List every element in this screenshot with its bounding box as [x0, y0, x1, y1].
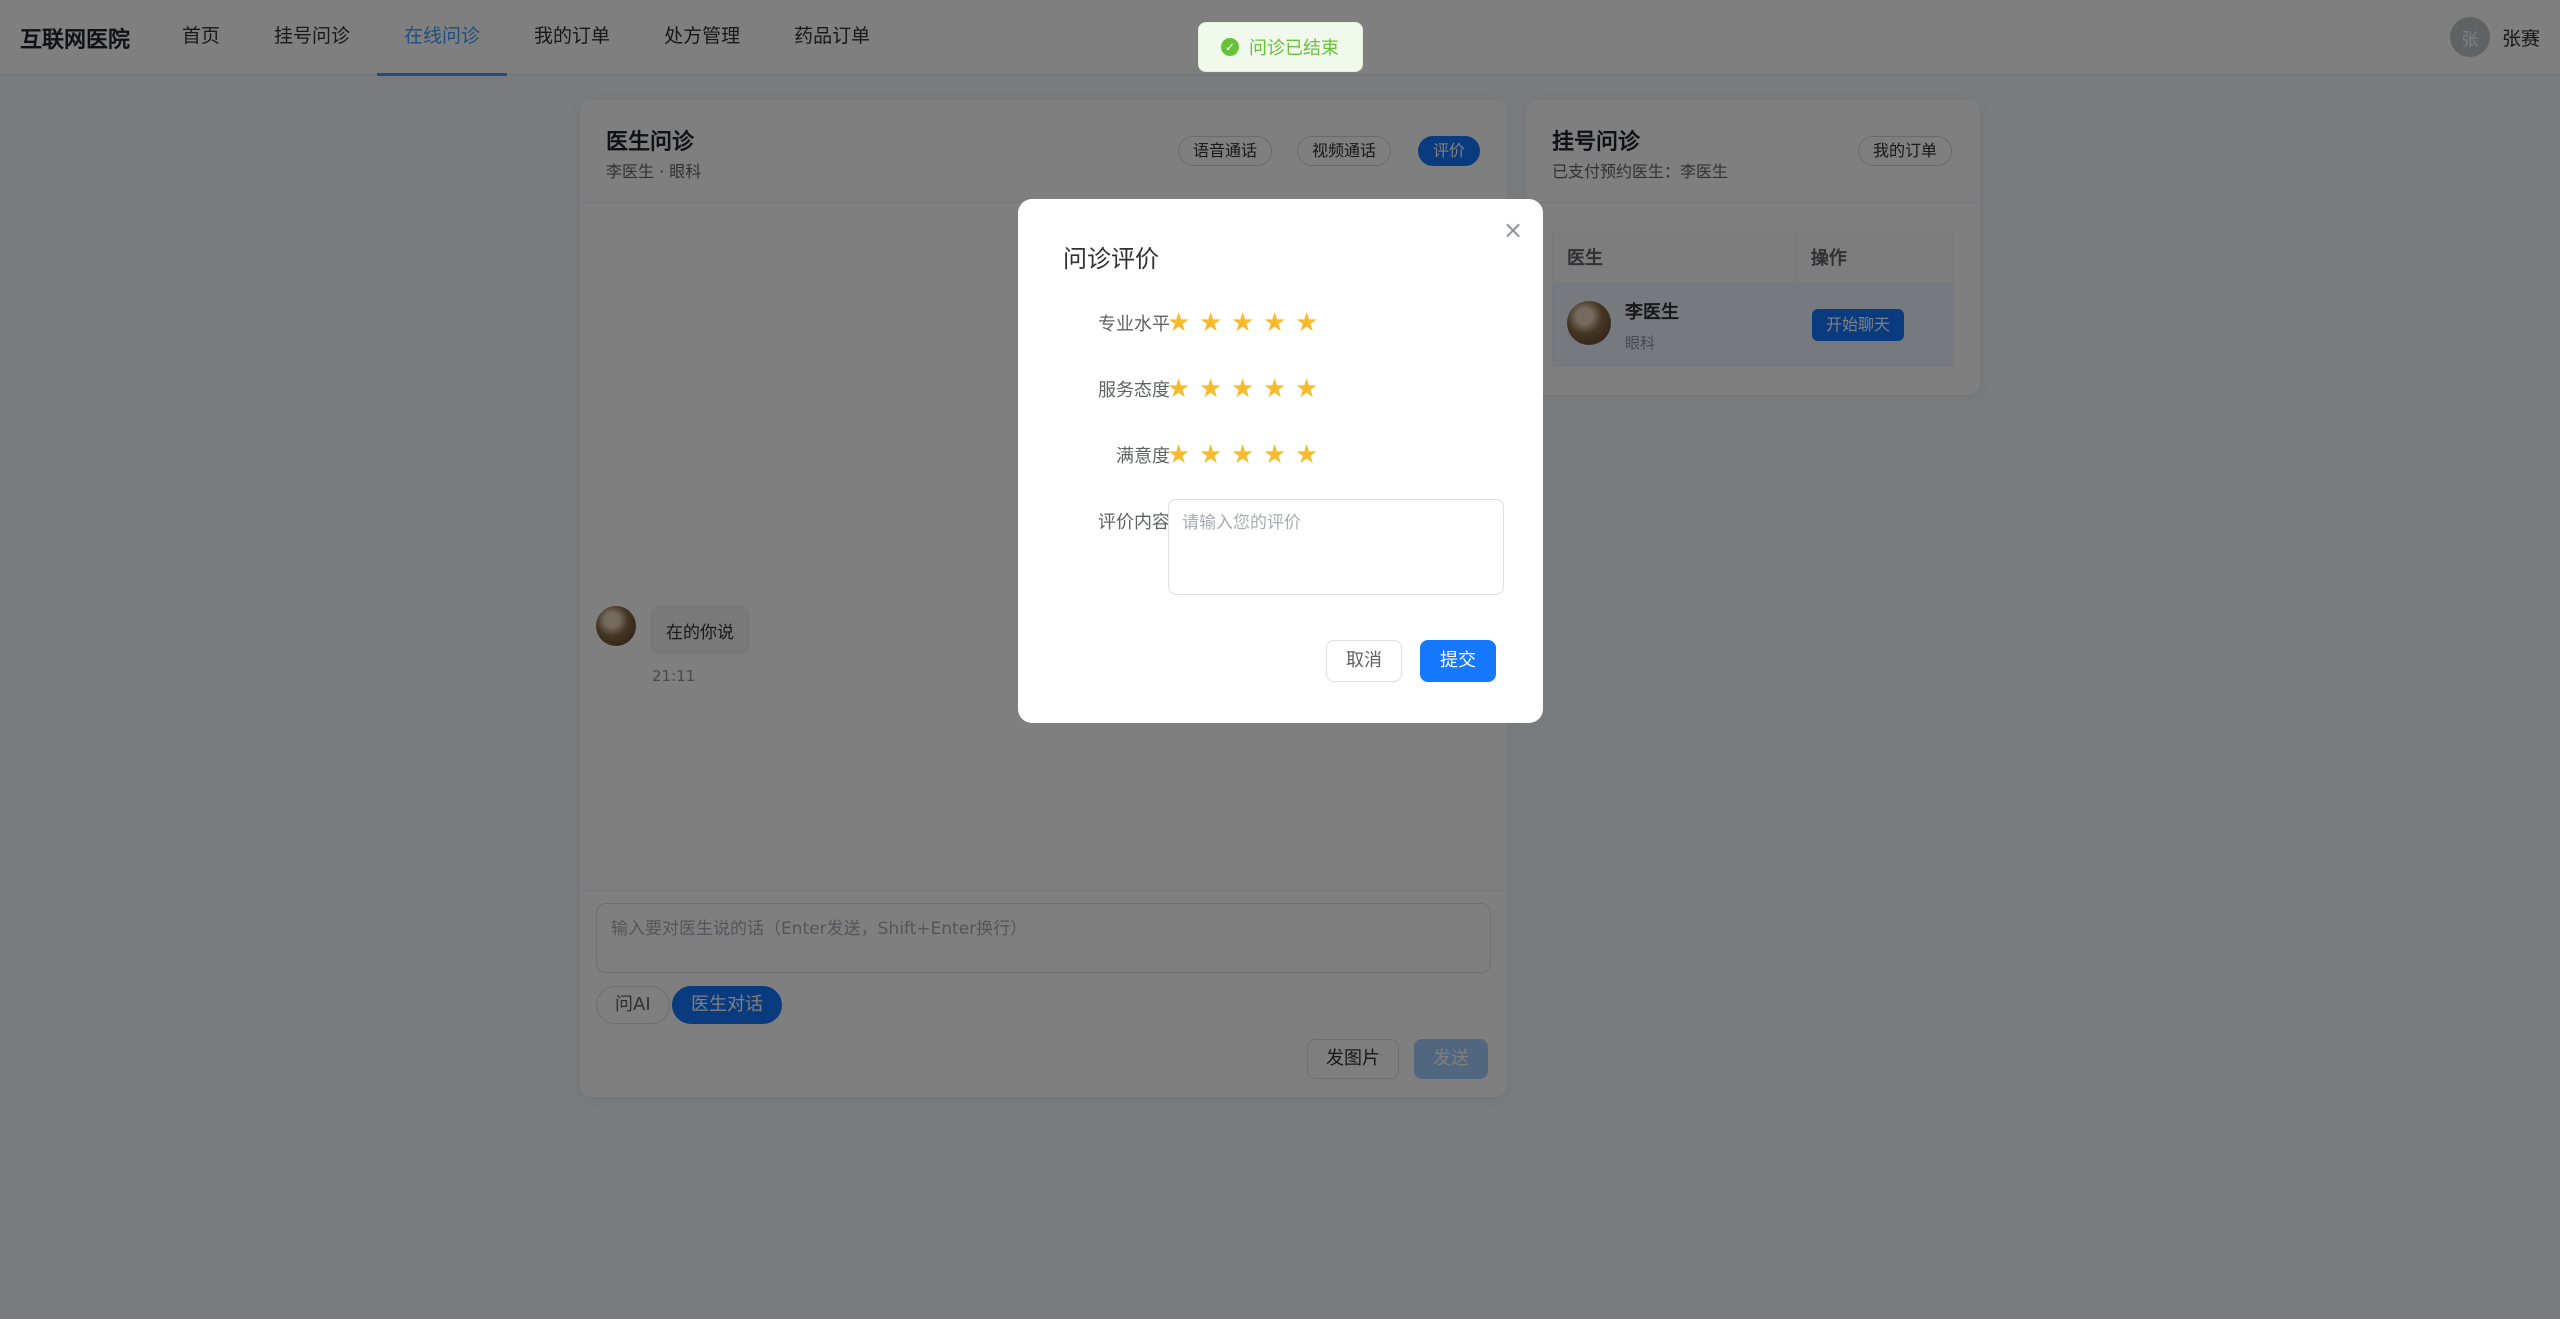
comment-label: 评价内容 — [1098, 512, 1170, 533]
star-icon[interactable]: ★ — [1199, 376, 1224, 402]
star-icon[interactable]: ★ — [1231, 442, 1256, 468]
star-icon[interactable]: ★ — [1295, 376, 1320, 402]
star-icon[interactable]: ★ — [1167, 376, 1192, 402]
rating-dialog: 问诊评价 × 专业水平 ★ ★ ★ ★ ★ 服务态度 ★ ★ ★ ★ ★ 满意度… — [1018, 199, 1543, 723]
star-icon[interactable]: ★ — [1231, 376, 1256, 402]
submit-button[interactable]: 提交 — [1420, 640, 1496, 682]
toast-message: 问诊已结束 — [1249, 38, 1339, 59]
star-icon[interactable]: ★ — [1199, 442, 1224, 468]
rating-stars-satisfaction[interactable]: ★ ★ ★ ★ ★ — [1167, 442, 1320, 468]
rating-stars-professional[interactable]: ★ ★ ★ ★ ★ — [1167, 310, 1320, 336]
star-icon[interactable]: ★ — [1263, 442, 1288, 468]
review-textarea[interactable] — [1168, 499, 1504, 595]
success-toast: ✓ 问诊已结束 — [1198, 22, 1363, 72]
star-icon[interactable]: ★ — [1263, 310, 1288, 336]
star-icon[interactable]: ★ — [1167, 442, 1192, 468]
cancel-button[interactable]: 取消 — [1326, 640, 1402, 682]
check-circle-icon: ✓ — [1221, 38, 1239, 56]
star-icon[interactable]: ★ — [1167, 310, 1192, 336]
star-icon[interactable]: ★ — [1263, 376, 1288, 402]
star-icon[interactable]: ★ — [1231, 310, 1256, 336]
star-icon[interactable]: ★ — [1199, 310, 1224, 336]
rating-label-service: 服务态度 — [1098, 380, 1170, 401]
dialog-title: 问诊评价 — [1063, 245, 1159, 273]
rating-stars-service[interactable]: ★ ★ ★ ★ ★ — [1167, 376, 1320, 402]
star-icon[interactable]: ★ — [1295, 442, 1320, 468]
rating-label-professional: 专业水平 — [1098, 314, 1170, 335]
rating-label-satisfaction: 满意度 — [1116, 446, 1170, 467]
close-icon[interactable]: × — [1498, 215, 1528, 245]
star-icon[interactable]: ★ — [1295, 310, 1320, 336]
